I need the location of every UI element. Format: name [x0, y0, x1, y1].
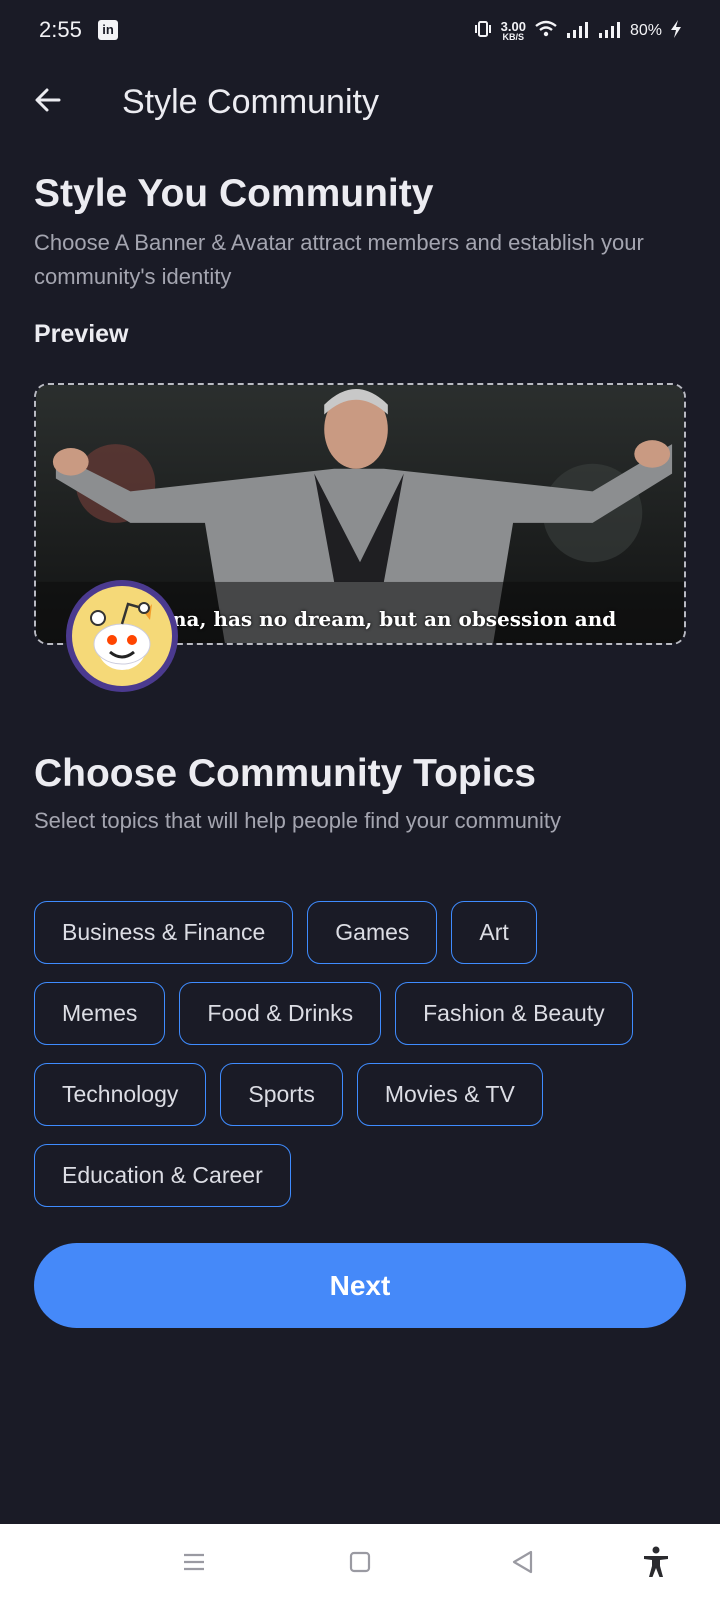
battery-level: 80%	[629, 22, 662, 39]
linkedin-icon: in	[98, 20, 118, 40]
chip-row: Memes Food & Drinks Fashion & Beauty	[34, 982, 633, 1045]
topic-chip-games[interactable]: Games	[307, 901, 438, 964]
accessibility-button[interactable]	[636, 1544, 676, 1584]
network-speed: 3.00 KB/S	[501, 20, 526, 42]
topic-chip-food-drinks[interactable]: Food & Drinks	[179, 982, 382, 1045]
topic-chip-technology[interactable]: Technology	[34, 1063, 207, 1126]
style-subtitle: Choose A Banner & Avatar attract members…	[34, 230, 644, 289]
topic-chip-business-finance[interactable]: Business & Finance	[34, 901, 294, 964]
topic-chip-education-career[interactable]: Education & Career	[34, 1144, 291, 1207]
wifi-icon	[534, 19, 558, 44]
topic-chip-sports[interactable]: Sports	[220, 1063, 343, 1126]
status-time: 2:55	[39, 17, 82, 42]
banner-caption: na, has no dream, but an obsession and	[172, 607, 617, 631]
style-community-screen: 2:55 in 3.00 KB/S 80% Style Community St…	[0, 0, 720, 1600]
topic-chip-fashion-beauty[interactable]: Fashion & Beauty	[395, 982, 633, 1045]
topic-chip-memes[interactable]: Memes	[34, 982, 166, 1045]
charging-icon	[670, 19, 682, 44]
style-heading: Style You Community	[34, 172, 434, 215]
network-speed-unit: KB/S	[502, 32, 525, 42]
recents-button[interactable]	[174, 1544, 214, 1584]
topics-heading: Choose Community Topics	[34, 752, 536, 795]
back-triangle-icon	[510, 1549, 534, 1580]
chip-row: Education & Career	[34, 1144, 291, 1207]
signal-icon	[566, 19, 590, 44]
home-button[interactable]	[340, 1544, 380, 1584]
topics-subtitle: Select topics that will help people find…	[34, 808, 562, 833]
chip-row: Business & Finance Games Art	[34, 901, 537, 964]
home-square-icon	[348, 1550, 372, 1579]
signal-icon	[598, 19, 622, 44]
back-nav-button[interactable]	[502, 1544, 542, 1584]
back-button[interactable]	[28, 82, 68, 122]
reddit-snoo-icon	[72, 586, 172, 686]
accessibility-icon	[642, 1546, 670, 1583]
community-avatar[interactable]	[66, 580, 178, 692]
topic-chip-art[interactable]: Art	[451, 901, 537, 964]
system-nav-bar	[0, 1524, 720, 1600]
chip-row: Technology Sports Movies & TV	[34, 1063, 543, 1126]
menu-icon	[182, 1552, 206, 1577]
status-icons: 3.00 KB/S 80%	[473, 14, 682, 48]
page-title: Style Community	[122, 83, 379, 121]
preview-label: Preview	[34, 320, 129, 348]
status-bar: 2:55 in 3.00 KB/S 80%	[0, 0, 720, 62]
arrow-left-icon	[32, 84, 64, 121]
topic-chip-movies-tv[interactable]: Movies & TV	[356, 1063, 543, 1126]
next-button[interactable]: Next	[34, 1243, 686, 1328]
vibrate-icon	[473, 19, 493, 44]
